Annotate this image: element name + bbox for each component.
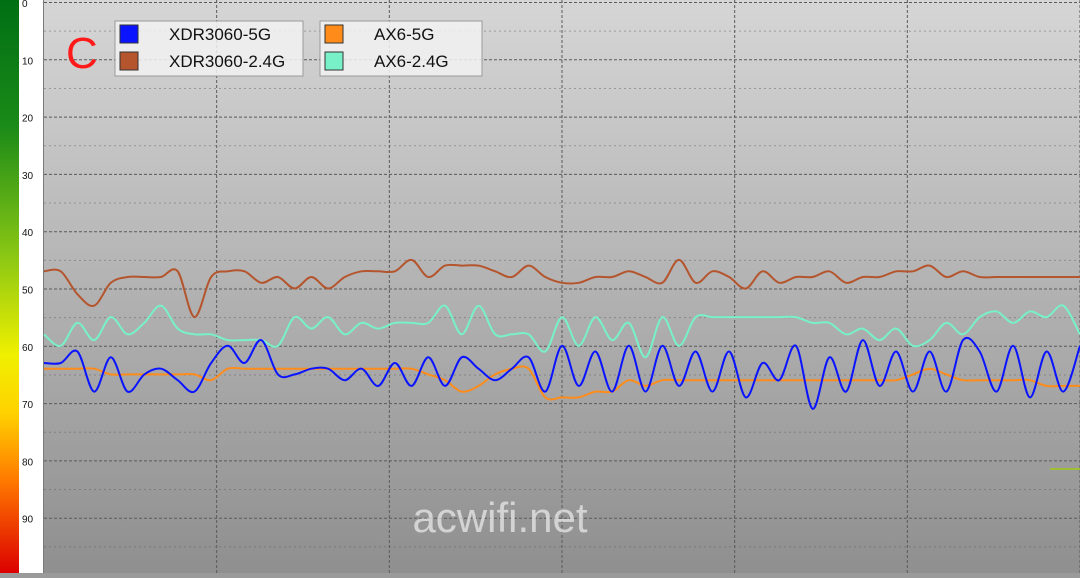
legend-label: AX6-2.4G	[374, 52, 449, 71]
y-tick-label: 0	[22, 0, 28, 10]
legend-swatch	[324, 51, 344, 71]
signal-scale-bar	[0, 0, 19, 573]
legend-label: XDR3060-2.4G	[169, 52, 285, 71]
legend-swatch	[119, 51, 139, 71]
legend-swatch	[324, 24, 344, 44]
y-tick-label: 70	[22, 400, 34, 411]
y-tick-label: 50	[22, 286, 34, 297]
panel-label: C	[66, 29, 98, 78]
legend-swatch	[119, 24, 139, 44]
y-tick-label: 60	[22, 343, 34, 354]
chart-svg: 0102030405060708090100 XDR3060-5GXDR3060…	[0, 0, 1080, 578]
y-tick-label: 90	[22, 515, 34, 526]
chart: 0102030405060708090100 XDR3060-5GXDR3060…	[0, 0, 1080, 578]
y-tick-label: 40	[22, 228, 34, 239]
legend-label: AX6-5G	[374, 25, 434, 44]
y-tick-label: 30	[22, 171, 34, 182]
y-tick-label: 80	[22, 457, 34, 468]
legend-label: XDR3060-5G	[169, 25, 271, 44]
watermark: acwifi.net	[412, 494, 587, 541]
y-tick-label: 10	[22, 56, 34, 67]
y-tick-label: 20	[22, 114, 34, 125]
legend: XDR3060-5G XDR3060-2.4G AX6-5G AX6-2.4G	[114, 20, 483, 77]
